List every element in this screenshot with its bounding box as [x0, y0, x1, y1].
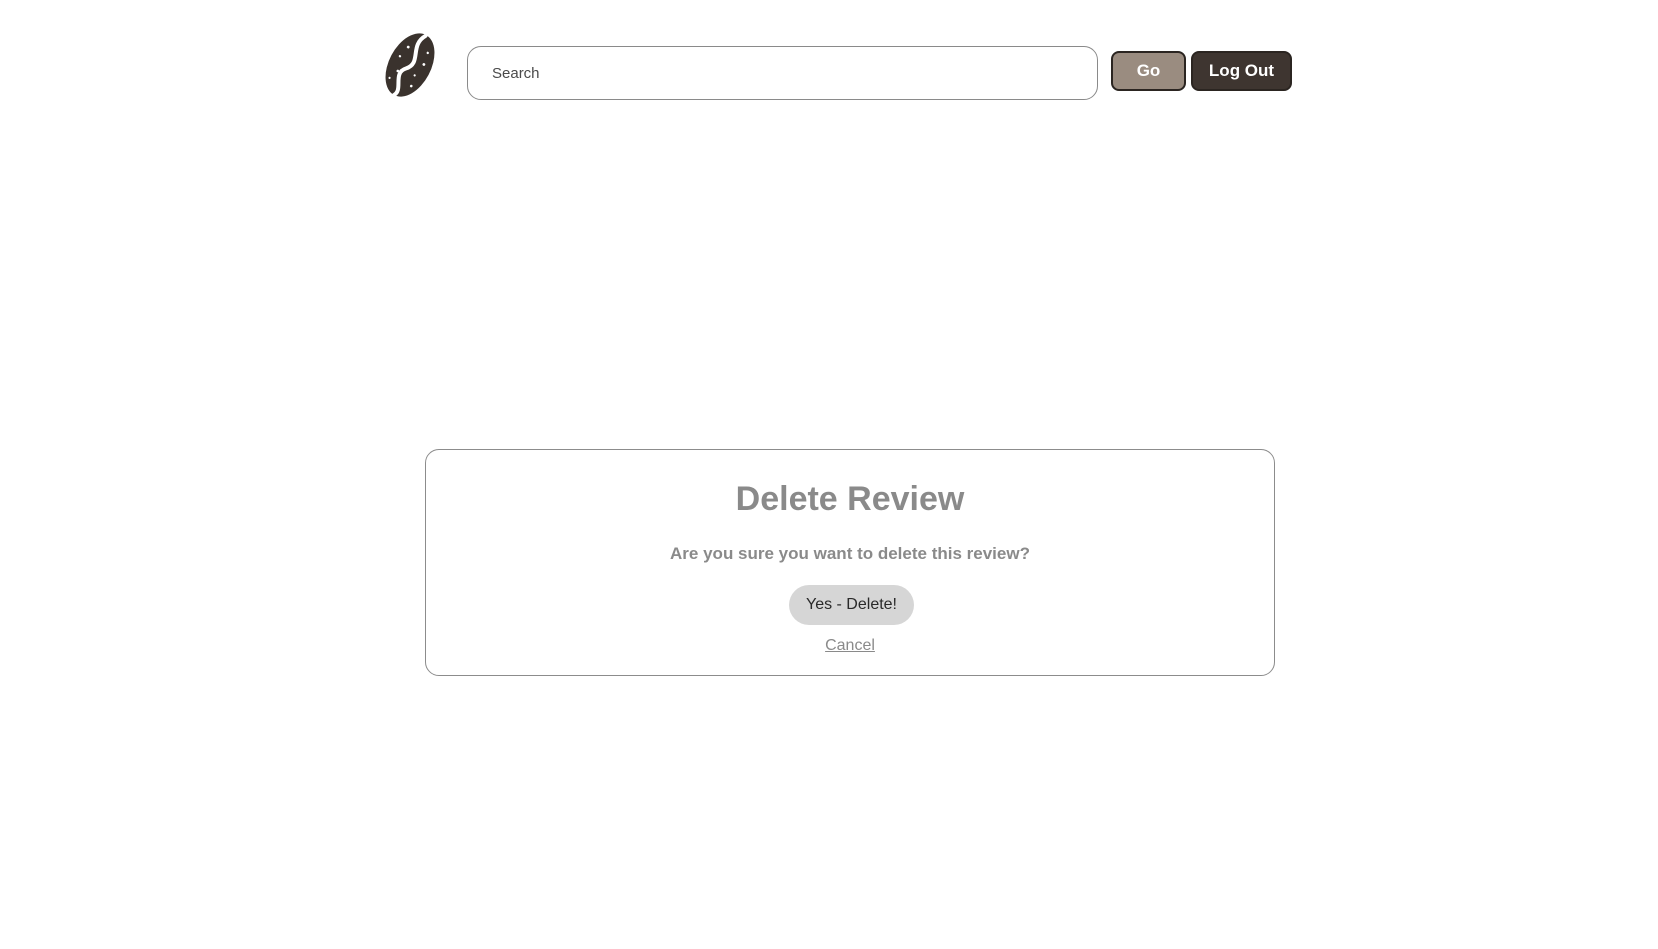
- search-input[interactable]: [467, 46, 1098, 100]
- delete-review-dialog: Delete Review Are you sure you want to d…: [425, 449, 1275, 676]
- confirm-delete-button[interactable]: Yes - Delete!: [789, 585, 914, 625]
- dialog-title: Delete Review: [735, 480, 965, 518]
- site-header: Go Log Out: [0, 0, 1658, 130]
- go-button[interactable]: Go: [1111, 51, 1186, 91]
- logout-button[interactable]: Log Out: [1191, 51, 1292, 91]
- cancel-link[interactable]: Cancel: [426, 637, 1274, 655]
- coffee-bean-icon[interactable]: [382, 28, 438, 102]
- dialog-message: Are you sure you want to delete this rev…: [670, 544, 1030, 563]
